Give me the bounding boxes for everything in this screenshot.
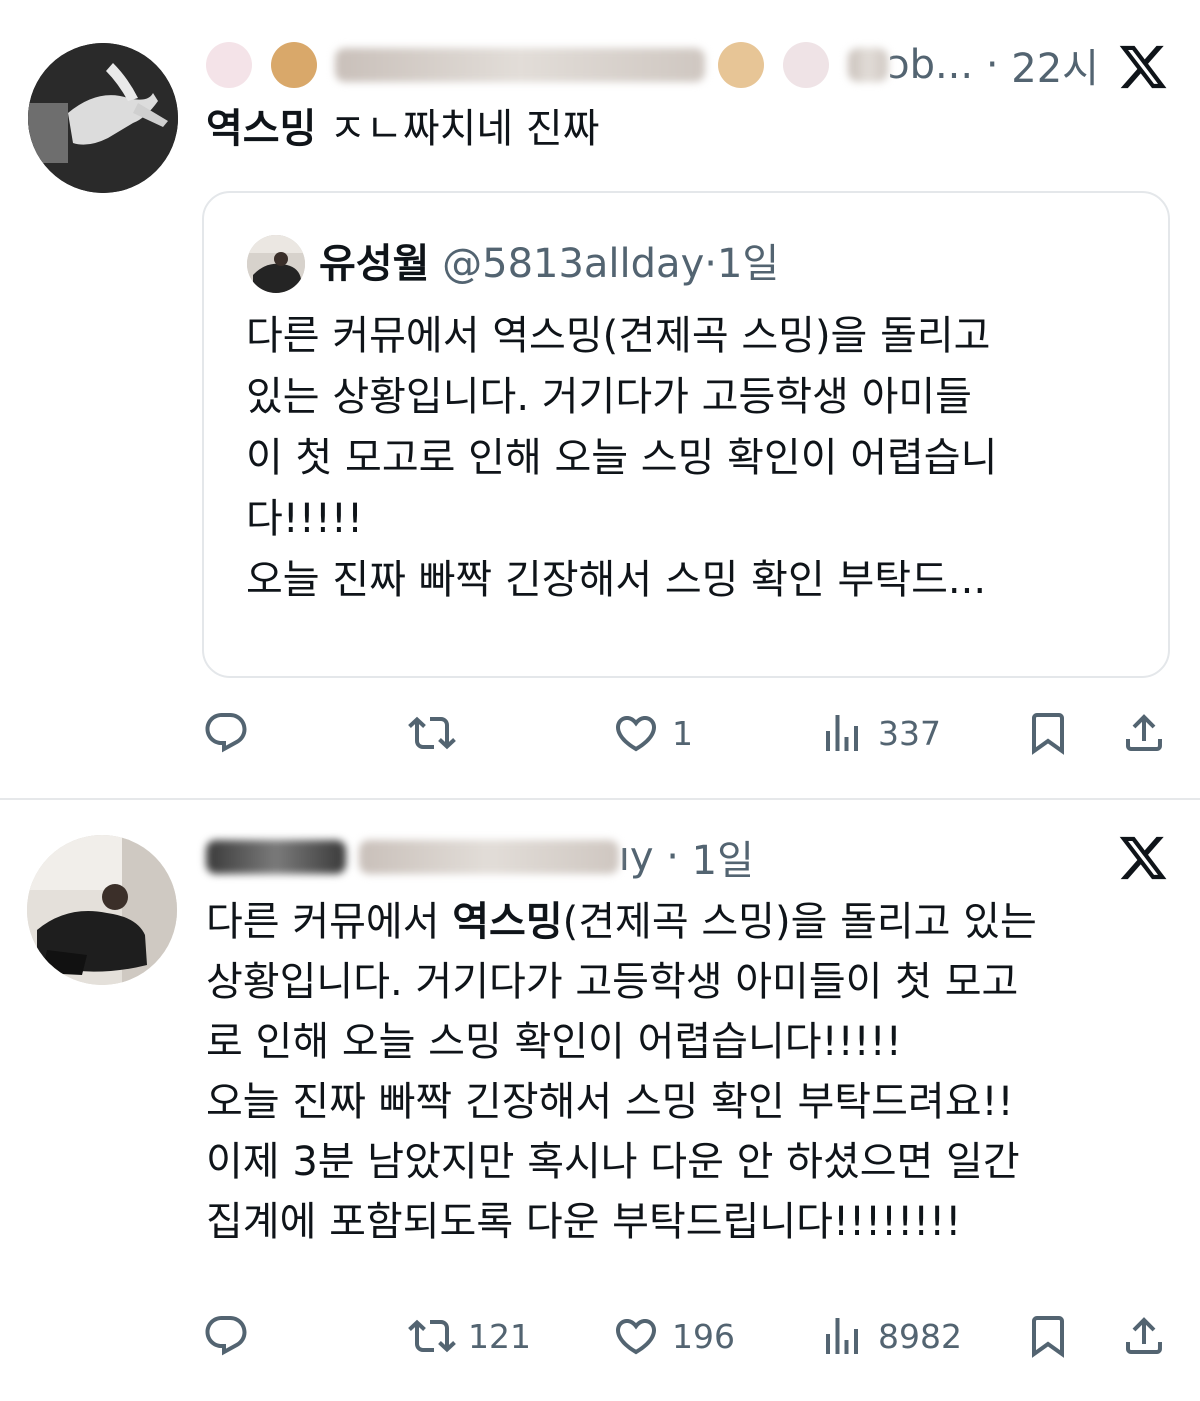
like-icon [615,1319,657,1355]
avatar-image [27,835,177,985]
quoted-timestamp[interactable]: 1일 [717,241,779,287]
quoted-tweet[interactable]: 유성월 @5813allday·1일 다른 커뮤에서 역스밍(견제곡 스밍)을 … [202,191,1170,678]
x-logo-icon[interactable] [1117,41,1169,93]
share-button[interactable] [1120,1306,1168,1366]
handle[interactable]: ɔb... [888,42,974,88]
tweet-header: ɔb... · 22시 [206,36,1099,96]
reply-button[interactable] [202,1306,250,1366]
views-count: 337 [878,713,941,753]
quoted-handle[interactable]: @5813allday [442,241,704,287]
blurred-handle [358,840,619,874]
bookmark-icon [1032,1316,1064,1358]
bookmark-icon [1032,713,1064,755]
retweet-button[interactable] [408,703,456,763]
tweet[interactable]: ɔb... · 22시 역스밍 ㅈㄴ짜치네 진짜 유성월 @5813allday… [0,0,1200,798]
like-count: 1 [672,713,693,753]
quoted-name[interactable]: 유성월 [319,241,429,287]
views-button[interactable]: 337 [818,703,941,763]
avatar[interactable] [28,43,178,193]
quoted-text: 다른 커뮤에서 역스밍(견제곡 스밍)을 돌리고 있는 상황입니다. 거기다가 … [246,313,998,603]
views-icon [826,1318,858,1354]
like-icon [615,716,657,752]
retweet-count: 121 [468,1316,531,1356]
separator-dot: · [704,241,717,287]
blurred-handle [847,48,888,82]
hamster-emoji-icon [270,42,317,88]
retweet-icon [408,1319,456,1353]
separator-dot: · [973,42,1012,88]
share-button[interactable] [1120,703,1168,763]
like-button[interactable]: 196 [612,1306,735,1366]
quoted-avatar[interactable] [247,235,305,293]
rabbit-emoji-icon [782,42,829,88]
x-logo-icon[interactable] [1117,832,1169,884]
reply-icon [205,713,247,753]
quoted-avatar-image [247,235,305,293]
avatar[interactable] [27,835,177,985]
separator-dot: · [653,834,692,880]
tweet-text: 다른 커뮤에서 역스밍(견제곡 스밍)을 돌리고 있는 상황입니다. 거기다가 … [206,899,1037,1245]
views-button[interactable]: 8982 [818,1306,962,1366]
bookmark-button[interactable] [1024,703,1072,763]
like-button[interactable]: 1 [612,703,693,763]
hamster-emoji-icon [718,42,765,88]
action-bar: 121 196 8982 [200,1306,1180,1366]
blurred-display-name [335,48,706,82]
retweet-icon [408,716,456,750]
tweet-header: ıy · 1일 [206,828,1096,888]
share-icon [1126,714,1162,751]
reply-button[interactable] [202,703,250,763]
reply-icon [205,1316,247,1356]
avatar-image [28,43,178,193]
tweet-text: 역스밍 ㅈㄴ짜치네 진짜 [206,106,600,152]
share-icon [1126,1317,1162,1354]
views-icon [826,715,858,751]
retweet-button[interactable]: 121 [408,1306,531,1366]
tweet[interactable]: ıy · 1일 다른 커뮤에서 역스밍(견제곡 스밍)을 돌리고 있는 상황입니… [0,800,1200,1401]
like-count: 196 [672,1316,735,1356]
handle[interactable]: ıy [619,834,654,880]
views-count: 8982 [878,1316,962,1356]
timestamp[interactable]: 1일 [692,838,754,884]
quoted-header: 유성월 @5813allday·1일 [319,235,779,293]
timestamp[interactable]: 22시 [1011,46,1099,92]
action-bar: 1 337 [200,703,1180,763]
rabbit-emoji-icon [206,42,252,88]
bookmark-button[interactable] [1024,1306,1072,1366]
blurred-display-name [206,840,346,874]
